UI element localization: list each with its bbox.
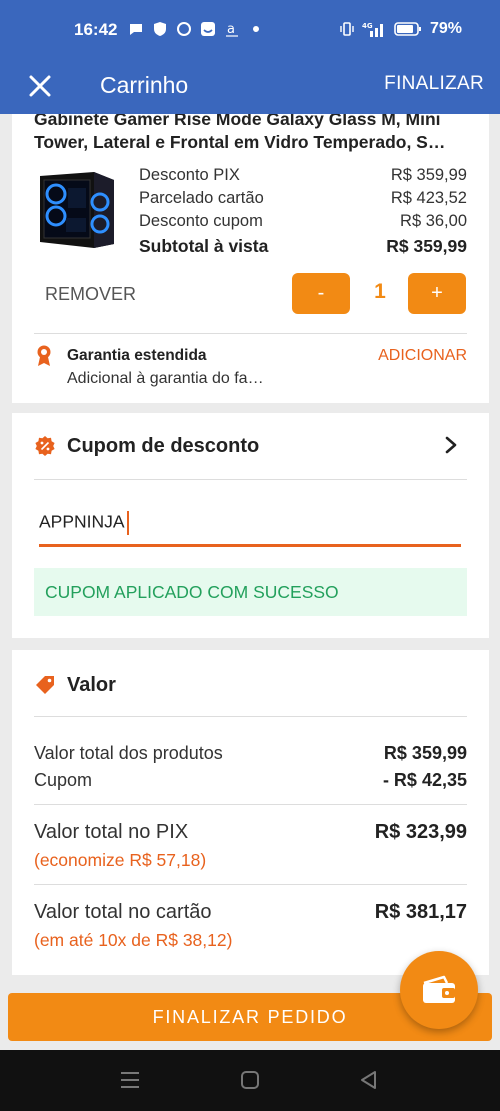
svg-text:a: a xyxy=(227,22,235,37)
coupon-input[interactable]: APPNINJA xyxy=(39,509,461,547)
cartao-installments-note: (em até 10x de R$ 38,12) xyxy=(34,930,233,950)
signal-icon: 4G xyxy=(362,22,383,37)
cupom-row: Cupom - R$ 42,35 xyxy=(34,770,467,791)
cartao-total-row: Valor total no cartão R$ 381,17 xyxy=(34,901,467,924)
smile-app-icon xyxy=(201,22,215,36)
wallet-fab[interactable] xyxy=(400,951,478,1029)
product-image[interactable] xyxy=(34,168,118,248)
warranty-title: Garantia estendida xyxy=(67,347,207,364)
dot-icon xyxy=(253,26,259,32)
price-list: Desconto PIX R$ 359,99 Parcelado cartão … xyxy=(139,164,467,258)
pix-total-label: Valor total no PIX xyxy=(34,821,189,843)
price-label: Parcelado cartão xyxy=(139,189,264,207)
text-caret xyxy=(126,511,129,535)
remove-button[interactable]: REMOVER xyxy=(45,284,136,305)
price-value: R$ 36,00 xyxy=(400,212,467,230)
status-time: 16:42 xyxy=(74,20,118,39)
price-tag-icon xyxy=(36,676,54,694)
chat-bubble-icon xyxy=(130,24,142,35)
summary-card: Valor Valor total dos produtos R$ 359,99… xyxy=(12,650,489,975)
chevron-right-icon[interactable] xyxy=(443,435,459,455)
cartao-total-value: R$ 381,17 xyxy=(374,901,467,923)
pix-total-row: Valor total no PIX R$ 323,99 xyxy=(34,821,467,844)
svg-text:4G: 4G xyxy=(362,22,373,30)
cartao-total-label: Valor total no cartão xyxy=(34,901,212,923)
status-right: 4G 79% xyxy=(340,20,462,38)
notification-icons: a xyxy=(128,21,264,37)
coupon-code-text: APPNINJA xyxy=(39,511,125,532)
add-warranty-button[interactable]: ADICIONAR xyxy=(378,347,467,365)
pix-total-value: R$ 323,99 xyxy=(374,821,467,843)
subtotal-value: R$ 359,99 xyxy=(386,236,467,256)
warranty-description: Adicional à garantia do fa… xyxy=(67,370,264,387)
price-label: Desconto PIX xyxy=(139,166,240,184)
coupon-card: Cupom de desconto APPNINJA CUPOM APLICAD… xyxy=(12,413,489,638)
home-icon[interactable] xyxy=(239,1070,261,1090)
coupon-input-value: APPNINJA xyxy=(39,511,129,535)
total-produtos-label: Valor total dos produtos xyxy=(34,743,223,763)
coupon-title: Cupom de desconto xyxy=(67,435,260,457)
pix-savings-note: (economize R$ 57,18) xyxy=(34,850,207,870)
wallet-icon xyxy=(423,975,455,1003)
close-icon[interactable] xyxy=(24,70,56,102)
price-value: R$ 423,52 xyxy=(390,189,467,207)
divider xyxy=(34,804,467,805)
price-row-pix: Desconto PIX R$ 359,99 xyxy=(139,164,467,187)
back-icon[interactable] xyxy=(358,1070,380,1090)
total-produtos-value: R$ 359,99 xyxy=(383,743,467,763)
medal-icon xyxy=(37,345,51,366)
coupon-success-message: CUPOM APLICADO COM SUCESSO xyxy=(34,568,467,616)
status-bar: 16:42 a 4G 79% xyxy=(0,0,500,62)
quantity-value: 1 xyxy=(374,280,386,303)
quantity-increase-button[interactable]: + xyxy=(408,273,466,314)
price-label: Desconto cupom xyxy=(139,212,263,230)
cupom-value: - R$ 42,35 xyxy=(382,770,467,790)
amazon-icon: a xyxy=(226,22,238,37)
divider xyxy=(34,333,467,334)
price-row-cartao: Parcelado cartão R$ 423,52 xyxy=(139,187,467,210)
battery-icon xyxy=(394,22,421,36)
total-produtos-row: Valor total dos produtos R$ 359,99 xyxy=(34,743,467,764)
product-title: Gabinete Gamer Rise Mode Galaxy Glass M,… xyxy=(34,114,446,152)
cupom-label: Cupom xyxy=(34,770,93,790)
shield-icon xyxy=(154,22,166,36)
summary-title: Valor xyxy=(67,674,116,696)
quantity-decrease-button[interactable]: - xyxy=(292,273,350,314)
divider xyxy=(34,884,467,885)
divider xyxy=(34,479,467,480)
finalizar-button[interactable]: FINALIZAR xyxy=(384,73,484,95)
page-title: Carrinho xyxy=(100,72,189,98)
menu-icon[interactable] xyxy=(119,1070,141,1090)
sync-icon xyxy=(177,22,191,36)
price-row-cupom: Desconto cupom R$ 36,00 xyxy=(139,210,467,233)
product-card: Gabinete Gamer Rise Mode Galaxy Glass M,… xyxy=(12,114,489,403)
subtotal-label: Subtotal à vista xyxy=(139,236,269,256)
divider xyxy=(34,716,467,717)
battery-percent: 79% xyxy=(429,20,462,37)
app-bar: Carrinho FINALIZAR xyxy=(0,62,500,114)
discount-badge-icon xyxy=(35,436,55,456)
vibrate-icon xyxy=(340,22,354,36)
price-value: R$ 359,99 xyxy=(390,166,467,184)
subtotal-row: Subtotal à vista R$ 359,99 xyxy=(139,235,467,258)
system-nav-bar xyxy=(0,1050,500,1111)
